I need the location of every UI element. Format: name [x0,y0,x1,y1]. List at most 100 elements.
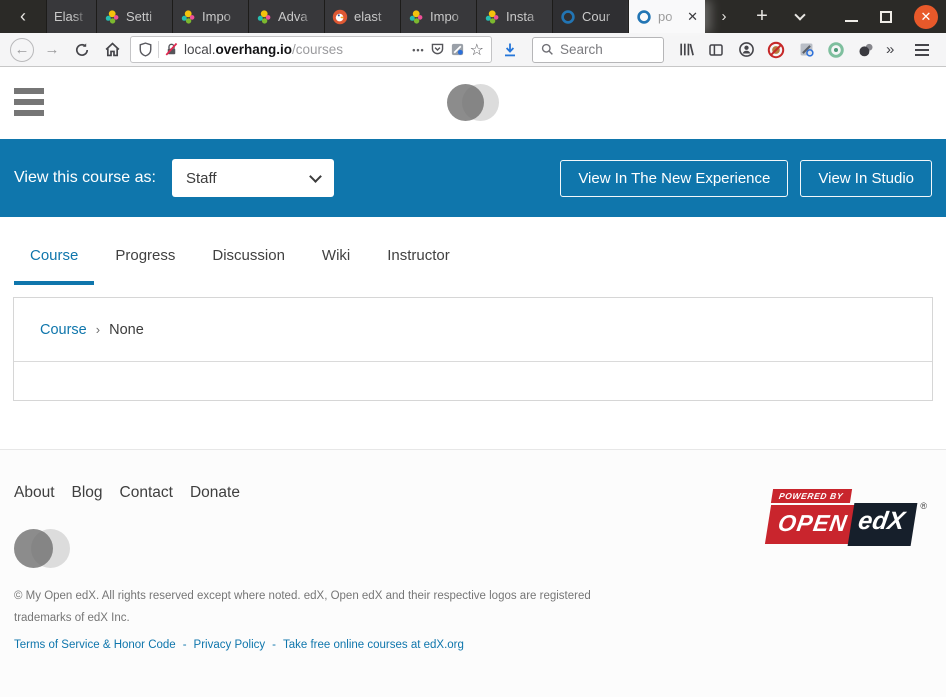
blocker-extension-button[interactable] [762,37,790,63]
terms-link[interactable]: Terms of Service & Honor Code [14,639,176,651]
home-button[interactable] [98,37,126,63]
footer-link-contact[interactable]: Contact [120,484,173,502]
browser-tabstrip: Elast Setti Impo Adva elast Impo Insta C… [46,0,705,33]
forward-button[interactable]: → [38,37,66,63]
account-button[interactable] [732,37,760,63]
browser-titlebar: ‹ Elast Setti Impo Adva elast Impo Insta… [0,0,946,33]
notes-extension-icon [800,43,814,57]
role-select-dropdown[interactable]: Staff [172,159,334,197]
tab-progress[interactable]: Progress [99,247,191,285]
duckduckgo-favicon-icon [332,9,348,24]
spheres-extension-button[interactable] [852,37,880,63]
empty-content-row [14,361,932,400]
view-as-label: View this course as: [14,169,156,186]
search-input[interactable] [560,42,640,57]
url-subdomain: local. [184,42,216,57]
window-controls: ✕ [845,0,946,33]
sidebar-toggle-button[interactable] [702,37,730,63]
site-menu-button[interactable] [14,88,44,116]
browser-tab-active[interactable]: po ✕ [629,0,705,33]
account-icon [738,42,754,57]
search-box[interactable] [532,36,664,63]
reload-icon [76,42,89,56]
browser-tab[interactable]: Impo [173,0,249,33]
hamburger-icon [14,88,44,94]
cluster-favicon-icon [257,9,271,24]
close-window-button[interactable]: ✕ [914,4,938,29]
notes-extension-button[interactable] [792,37,820,63]
cluster-favicon-icon [485,9,499,24]
openedx-favicon-icon [561,9,575,24]
site-logo[interactable] [447,84,499,121]
url-domain: overhang.io [215,42,293,57]
pocket-icon[interactable] [430,42,445,57]
browser-tab[interactable]: elast [325,0,401,33]
footer-link-donate[interactable]: Donate [190,484,240,502]
legal-separator: - [182,638,187,651]
powered-by-open: OPEN [764,505,860,544]
tab-title: Impo [430,9,459,24]
maximize-button[interactable] [880,10,892,23]
url-path: /courses [292,42,344,57]
cluster-favicon-icon [409,9,423,24]
breadcrumb-separator-icon: › [95,322,101,337]
powered-by-openedx-logo[interactable]: POWERED BY OPEN edX ® [764,486,927,546]
view-new-experience-button[interactable]: View In The New Experience [560,159,789,197]
insecure-lock-icon [165,42,178,56]
tab-title: Impo [202,9,231,24]
page-actions-button[interactable]: ••• [412,45,424,55]
tab-close-icon[interactable]: ✕ [687,9,698,25]
browser-toolbar: ← → local.overhang.io/courses ••• ☆ Sear… [0,33,946,67]
view-in-studio-button[interactable]: View In Studio [800,159,932,197]
browser-tab[interactable]: Impo [401,0,477,33]
chevron-down-icon [309,169,322,183]
back-button[interactable]: ← [8,37,36,63]
blocker-extension-icon [767,41,785,58]
view-as-banner: View this course as: Staff View In The N… [0,139,946,217]
edx-courses-link[interactable]: Take free online courses at edX.org [283,639,464,651]
tab-title: Elast [54,9,83,24]
privacy-link[interactable]: Privacy Policy [194,639,266,651]
tab-list-dropdown-button[interactable] [781,0,819,33]
tab-scroll-left-button[interactable]: ‹ [0,0,46,33]
downloads-button[interactable] [496,37,524,63]
browser-tab[interactable]: Adva [249,0,325,33]
forward-icon: → [44,41,60,58]
browser-tab[interactable]: Elast [46,0,97,33]
openedx-favicon-icon [637,9,651,24]
tab-scroll-right-button[interactable]: › [705,0,743,33]
tab-discussion[interactable]: Discussion [196,247,301,285]
browser-tab[interactable]: Insta [477,0,553,33]
footer-link-blog[interactable]: Blog [72,484,103,502]
spheres-extension-icon [859,43,873,56]
breadcrumb-current: None [109,321,144,338]
url-bar[interactable]: local.overhang.io/courses ••• ☆ [130,36,492,63]
powered-by-tag: POWERED BY [770,489,853,503]
green-ring-extension-button[interactable] [822,37,850,63]
tab-title: po [658,9,673,24]
logo-circle-dark [447,84,484,121]
toolbar-overflow-button[interactable]: » [882,41,898,58]
cluster-favicon-icon [181,9,195,24]
course-nav: Course Progress Discussion Wiki Instruct… [0,217,946,285]
new-tab-button[interactable]: + [743,0,781,33]
breadcrumb-course-link[interactable]: Course [40,322,87,338]
reload-button[interactable] [68,37,96,63]
footer-link-about[interactable]: About [14,484,55,502]
minimize-button[interactable] [845,19,858,22]
role-select-value: Staff [186,169,217,187]
bookmark-star-icon[interactable]: ☆ [470,40,484,60]
tab-course[interactable]: Course [14,247,95,285]
browser-tab[interactable]: Cour [553,0,629,33]
tab-instructor[interactable]: Instructor [371,247,466,285]
course-content-box: Course › None [13,297,933,401]
browser-tab[interactable]: Setti [97,0,173,33]
app-menu-button[interactable] [908,43,938,56]
library-button[interactable] [672,37,700,63]
tab-title: Adva [278,9,308,24]
tab-wiki[interactable]: Wiki [306,247,366,285]
annotate-page-icon[interactable] [450,42,465,57]
download-icon [505,43,515,56]
sidebar-icon [709,43,723,56]
breadcrumb: Course › None [14,298,932,361]
